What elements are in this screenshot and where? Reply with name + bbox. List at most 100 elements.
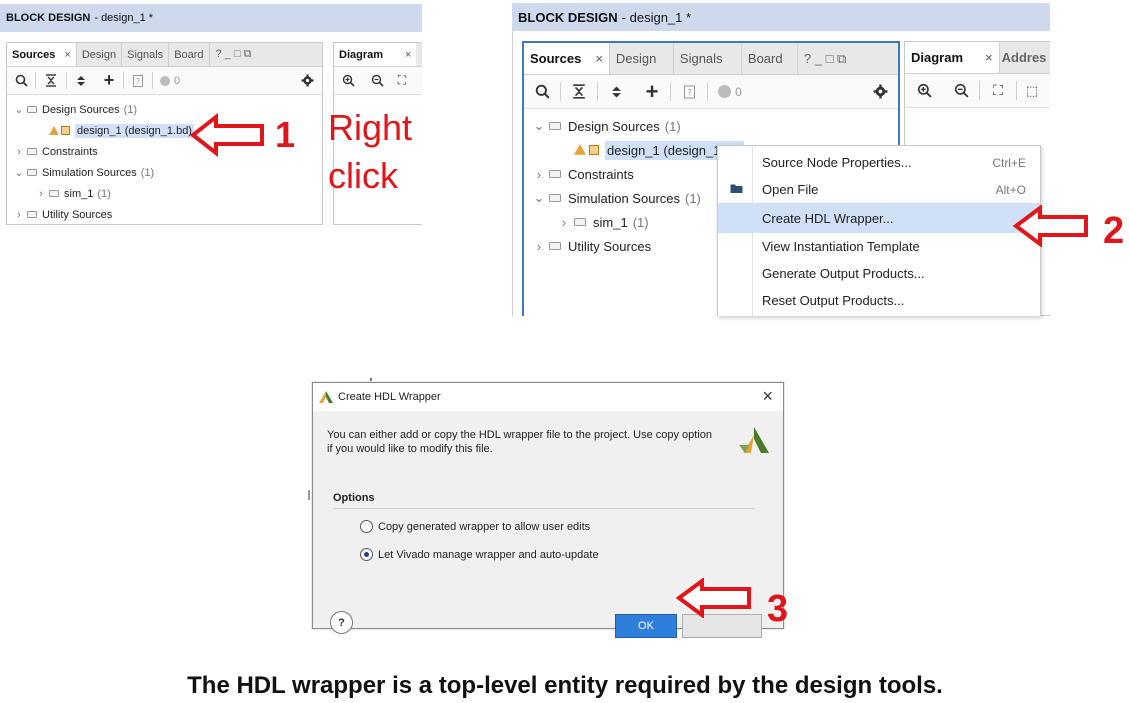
properties-icon[interactable]: ? <box>124 74 152 87</box>
tab-design-label: Design <box>615 51 657 66</box>
ok-button-label: OK <box>638 620 654 632</box>
close-icon[interactable]: × <box>405 49 411 61</box>
help-button[interactable]: ? <box>330 611 353 634</box>
zoom-in-icon[interactable] <box>905 83 943 98</box>
menu-item-reset-output-products[interactable]: Reset Output Products... <box>718 287 1040 314</box>
search-icon[interactable] <box>7 74 35 87</box>
tab-design[interactable]: Design <box>610 43 674 74</box>
tab-signals-label: Signals <box>679 51 723 66</box>
tree-simulation-sources[interactable]: ⌄ Simulation Sources (1) <box>7 162 322 183</box>
menu-item-create-hdl-wrapper[interactable]: Create HDL Wrapper... <box>718 203 1040 233</box>
radio-copy-wrapper[interactable] <box>360 520 373 533</box>
gear-icon[interactable] <box>862 84 898 99</box>
expand-all-icon[interactable] <box>67 75 95 87</box>
chevron-down-icon[interactable]: ⌄ <box>532 190 546 206</box>
svg-text:?: ? <box>687 88 692 98</box>
tree-label: Constraints <box>568 166 634 182</box>
folder-icon <box>549 194 561 202</box>
chevron-right-icon[interactable]: › <box>13 146 25 158</box>
radio-vivado-manage[interactable] <box>360 548 373 561</box>
tree-design-sources[interactable]: ⌄ Design Sources (1) <box>524 114 898 138</box>
close-icon[interactable]: × <box>64 49 70 61</box>
chevron-right-icon[interactable]: › <box>35 188 47 200</box>
tree-sim-1[interactable]: › sim_1 (1) <box>7 183 322 204</box>
tree-utility-sources[interactable]: › Utility Sources <box>7 204 322 224</box>
tab-board[interactable]: Board <box>169 43 210 66</box>
block-design-title: BLOCK DESIGN <box>518 9 618 25</box>
folder-icon <box>549 170 561 178</box>
block-design-icon <box>49 125 59 136</box>
context-menu: Source Node Properties... Ctrl+E Open Fi… <box>717 145 1041 316</box>
properties-icon[interactable]: ? <box>671 84 707 99</box>
tree-label: Simulation Sources <box>568 190 680 206</box>
tab-design-label: Design <box>81 48 117 61</box>
vivado-logo-icon <box>319 391 333 403</box>
red-arrow-icon <box>190 113 264 157</box>
dialog-message-line1: You can either add or copy the HDL wrapp… <box>327 429 713 441</box>
tab-sources[interactable]: Sources × <box>524 43 610 74</box>
status-indicator: 0 <box>708 85 752 99</box>
right-click-label-line2: click <box>328 155 398 196</box>
tab-signals[interactable]: Signals <box>122 43 170 66</box>
tree-count: (1) <box>632 214 649 230</box>
folder-icon <box>27 106 37 113</box>
tree-label: Utility Sources <box>42 208 113 221</box>
chevron-right-icon[interactable]: › <box>13 209 25 221</box>
svg-text:?: ? <box>136 77 140 86</box>
menu-item-source-node-properties[interactable]: Source Node Properties... Ctrl+E <box>718 149 1040 176</box>
help-icon: ? <box>338 616 345 629</box>
sources-toolbar: + ? 0 <box>524 75 898 109</box>
tree-label: Design Sources <box>42 103 120 116</box>
collapse-all-icon[interactable] <box>561 84 597 99</box>
status-dot-icon <box>159 75 170 86</box>
block-design-titlebar: BLOCK DESIGN - design_1 * <box>0 4 422 32</box>
chevron-right-icon[interactable]: › <box>532 167 546 182</box>
tab-signals[interactable]: Signals <box>674 43 742 74</box>
menu-item-label: Open File <box>762 182 819 197</box>
zoom-area-icon[interactable]: ⬚ <box>1017 83 1047 99</box>
tab-board[interactable]: Board <box>742 43 798 74</box>
gear-icon[interactable] <box>292 74 322 87</box>
options-divider <box>333 508 755 509</box>
add-sources-icon[interactable]: + <box>95 70 123 91</box>
tab-address[interactable]: Addres <box>1000 42 1049 73</box>
option-label: Let Vivado manage wrapper and auto-updat… <box>378 548 599 561</box>
close-icon[interactable]: × <box>985 50 993 65</box>
menu-item-label: Source Node Properties... <box>762 155 912 170</box>
tab-sources[interactable]: Sources × <box>7 43 77 66</box>
close-icon[interactable]: × <box>762 386 773 407</box>
menu-item-open-file[interactable]: Open File Alt+O <box>718 176 1040 203</box>
tab-diagram[interactable]: Diagram × <box>905 42 1000 73</box>
expand-all-icon[interactable] <box>598 85 634 99</box>
chevron-right-icon[interactable]: › <box>557 215 571 230</box>
ok-button[interactable]: OK <box>615 614 677 638</box>
status-dot-icon <box>718 85 732 98</box>
tree-count: (1) <box>664 118 681 134</box>
tab-diagram[interactable]: Diagram × <box>334 43 417 66</box>
search-icon[interactable] <box>524 84 560 99</box>
zoom-fit-icon[interactable]: ⛶ <box>980 82 1016 99</box>
tab-design[interactable]: Design <box>77 43 123 66</box>
close-icon[interactable]: × <box>595 51 603 66</box>
chevron-down-icon[interactable]: ⌄ <box>13 103 25 116</box>
option-vivado-manage[interactable]: Let Vivado manage wrapper and auto-updat… <box>360 548 599 561</box>
chevron-down-icon[interactable]: ⌄ <box>532 118 546 134</box>
block-design-subtitle: - design_1 * <box>94 12 154 24</box>
menu-item-view-instantiation-template[interactable]: View Instantiation Template <box>718 233 1040 260</box>
pane-controls[interactable]: ? _ □ ⧉ <box>798 43 846 74</box>
add-sources-icon[interactable]: + <box>634 79 670 105</box>
option-copy-wrapper[interactable]: Copy generated wrapper to allow user edi… <box>360 520 590 533</box>
zoom-out-icon[interactable] <box>943 83 979 98</box>
menu-item-generate-output-products[interactable]: Generate Output Products... <box>718 260 1040 287</box>
zoom-fit-icon[interactable]: ⛶ <box>392 73 412 88</box>
sources-tabs: Sources × Design Signals Board ? _ □ ⧉ <box>7 43 322 67</box>
zoom-out-icon[interactable] <box>362 74 392 87</box>
zoom-in-icon[interactable] <box>334 74 362 87</box>
collapse-all-icon[interactable] <box>36 74 66 87</box>
chevron-down-icon[interactable]: ⌄ <box>13 166 25 179</box>
chevron-right-icon[interactable]: › <box>532 239 546 254</box>
pane-controls[interactable]: ? _ □ ⧉ <box>210 43 252 66</box>
dialog-message-line2: if you would like to modify this file. <box>327 443 493 455</box>
step-number-1: 1 <box>275 114 296 155</box>
folder-icon <box>27 211 37 218</box>
